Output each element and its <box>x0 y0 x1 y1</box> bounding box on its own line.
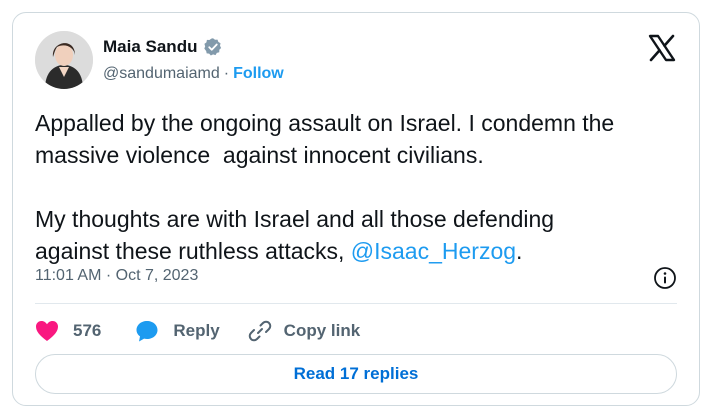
read-replies-button[interactable]: Read 17 replies <box>35 354 677 394</box>
author-handle-row: @sandumaiamd · Follow <box>103 65 284 83</box>
tweet-card: Maia Sandu @sandumaiamd · Follow Appalle… <box>12 12 700 406</box>
verified-badge-icon <box>203 37 223 57</box>
follow-button[interactable]: Follow <box>233 65 284 83</box>
reply-button[interactable]: Reply <box>135 319 220 343</box>
copy-link-label: Copy link <box>283 321 361 340</box>
info-icon[interactable] <box>653 266 677 290</box>
handle-separator: · <box>223 65 230 82</box>
heart-icon <box>35 320 59 342</box>
tweet-paragraph-1: Appalled by the ongoing assault on Israe… <box>35 110 615 168</box>
link-icon <box>248 319 272 343</box>
mention-link[interactable]: @Isaac_Herzog <box>351 238 516 264</box>
like-count: 576 <box>73 321 102 340</box>
avatar[interactable] <box>35 31 93 89</box>
like-button[interactable]: 576 <box>35 320 101 342</box>
tweet-paragraph-2: My thoughts are with Israel and all thos… <box>35 206 554 264</box>
reply-label: Reply <box>173 321 220 340</box>
author-handle[interactable]: @sandumaiamd <box>103 65 220 83</box>
x-logo-icon[interactable] <box>647 33 677 63</box>
author-name-row: Maia Sandu <box>103 37 223 57</box>
tweet-timestamp[interactable]: 11:01 AM · Oct 7, 2023 <box>35 267 198 285</box>
avatar-image <box>35 31 93 89</box>
tweet-text: Appalled by the ongoing assault on Israe… <box>35 107 685 267</box>
author-name[interactable]: Maia Sandu <box>103 37 197 57</box>
divider <box>35 303 677 304</box>
copy-link-button[interactable]: Copy link <box>248 319 361 343</box>
reply-bubble-icon <box>135 319 159 343</box>
tweet-paragraph-2-end: . <box>516 238 523 264</box>
action-bar: 576 Reply Copy link <box>35 316 360 346</box>
